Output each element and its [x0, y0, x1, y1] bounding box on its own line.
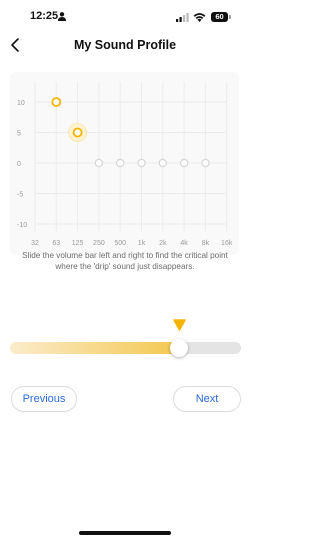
x-tick-label: 1k [138, 240, 146, 247]
x-tick-label: 2k [159, 240, 167, 247]
status-time: 12:25 [30, 10, 59, 22]
data-point-pending [94, 158, 104, 168]
x-tick-label: 16k [221, 240, 233, 247]
status-bar: 12:25 60 [0, 0, 250, 32]
data-point-pending [201, 158, 210, 168]
triangle-down-icon [173, 319, 186, 331]
y-tick-label: 5 [17, 131, 21, 138]
x-tick-label: 32 [31, 240, 39, 247]
person-icon [58, 12, 66, 21]
y-tick-label: -10 [17, 222, 27, 229]
data-point-pending [179, 158, 189, 168]
page-title: My Sound Profile [73, 38, 177, 52]
header: My Sound Profile [0, 32, 250, 60]
y-tick-label: 0 [17, 161, 21, 168]
signal-icon [176, 13, 189, 22]
x-tick-label: 500 [114, 240, 126, 247]
volume-slider-fill [10, 342, 179, 354]
data-point-pending [137, 158, 146, 168]
data-point-active [72, 127, 83, 138]
data-point-pending [115, 158, 125, 168]
chart-canvas: 10 5 0 -5 -10 32 63 125 250 500 1k 2k 4k 8k 16k [17, 82, 233, 247]
y-tick-label: 10 [17, 100, 25, 107]
x-tick-label: 250 [93, 240, 105, 247]
x-tick-label: 8k [202, 240, 210, 247]
x-tick-label: 4k [180, 240, 188, 247]
battery-tip [229, 15, 231, 19]
previous-button[interactable]: Previous [11, 386, 77, 412]
volume-slider-track[interactable] [10, 342, 241, 354]
data-point-set [51, 97, 62, 107]
frequency-chart: 10 5 0 -5 -10 32 63 125 250 500 1k 2k 4k 8k 16k [10, 72, 239, 255]
volume-slider-thumb[interactable] [169, 339, 188, 357]
battery-icon: 60 [211, 12, 228, 22]
next-button[interactable]: Next [173, 386, 241, 412]
instruction-text: Slide the volume bar left and right to f… [22, 251, 228, 271]
wifi-icon [193, 13, 206, 22]
home-indicator [79, 531, 171, 535]
x-tick-label: 63 [52, 240, 60, 247]
y-tick-label: -5 [17, 192, 23, 199]
data-point-pending [158, 158, 167, 168]
x-tick-label: 125 [72, 240, 84, 247]
